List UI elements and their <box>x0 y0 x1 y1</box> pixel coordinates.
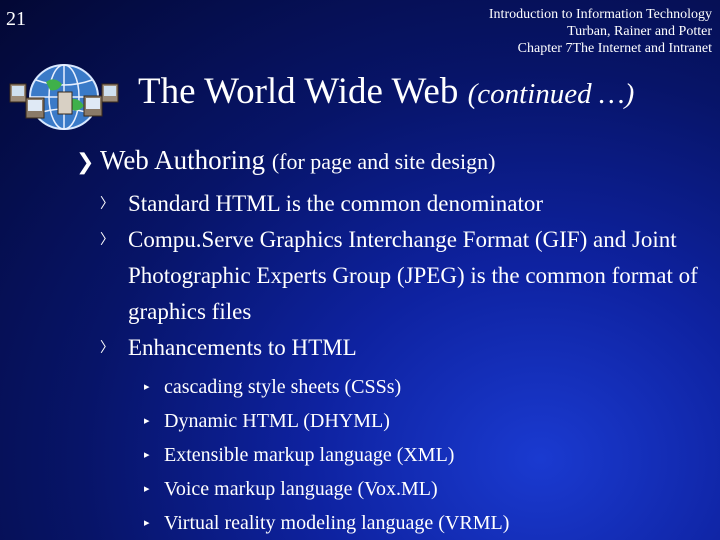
chevron-right-icon: ❯ <box>76 150 95 175</box>
nested-bullet-list: ▸ cascading style sheets (CSSs) ▸ Dynami… <box>144 370 684 540</box>
header-info: Introduction to Information Technology T… <box>489 6 712 57</box>
list-item-text: Virtual reality modeling language (VRML) <box>164 512 510 534</box>
list-item-text: Enhancements to HTML <box>128 335 357 360</box>
authors: Turban, Rainer and Potter <box>567 24 712 39</box>
list-item-text: Compu.Serve Graphics Interchange Format … <box>128 227 698 324</box>
list-item-text: Standard HTML is the common denominator <box>128 191 543 216</box>
chevron-outline-icon: 〉 <box>100 340 114 356</box>
list-item: ▸ Dynamic HTML (DHYML) <box>144 404 684 438</box>
title-continued: (continued …) <box>467 78 635 110</box>
list-item: 〉 Compu.Serve Graphics Interchange Forma… <box>100 222 700 330</box>
list-item: ▸ Voice markup language (Vox.ML) <box>144 472 684 506</box>
list-item: ▸ cascading style sheets (CSSs) <box>144 370 684 404</box>
main-bullet: ❯ Web Authoring (for page and site design… <box>76 145 495 176</box>
list-item: ▸ Virtual reality modeling language (VRM… <box>144 506 684 540</box>
list-item: ▸ Extensible markup language (XML) <box>144 438 684 472</box>
triangle-right-icon: ▸ <box>144 448 150 461</box>
list-item-text: Dynamic HTML (DHYML) <box>164 410 390 432</box>
course-title: Introduction to Information Technology <box>488 7 712 22</box>
title-main: The World Wide Web <box>138 71 459 112</box>
bullet-note: (for page and site design) <box>271 149 496 174</box>
bullet-label: Web Authoring <box>100 145 266 175</box>
list-item-text: Extensible markup language (XML) <box>164 444 455 466</box>
list-item-text: Voice markup language (Vox.ML) <box>164 478 438 500</box>
list-item-text: cascading style sheets (CSSs) <box>164 376 402 398</box>
triangle-right-icon: ▸ <box>144 482 150 495</box>
slide-number: 21 <box>6 8 26 30</box>
list-item: 〉 Standard HTML is the common denominato… <box>100 186 700 222</box>
triangle-right-icon: ▸ <box>144 516 150 529</box>
triangle-right-icon: ▸ <box>144 414 150 427</box>
slide-title: The World Wide Web (continued …) <box>138 70 634 113</box>
globe-network-icon <box>9 64 119 130</box>
sub-bullet-list: 〉 Standard HTML is the common denominato… <box>100 186 700 366</box>
chevron-outline-icon: 〉 <box>100 232 114 248</box>
list-item: 〉 Enhancements to HTML <box>100 330 700 366</box>
chapter-title: Chapter 7The Internet and Intranet <box>517 41 712 56</box>
triangle-right-icon: ▸ <box>144 380 150 393</box>
chevron-outline-icon: 〉 <box>100 196 114 212</box>
